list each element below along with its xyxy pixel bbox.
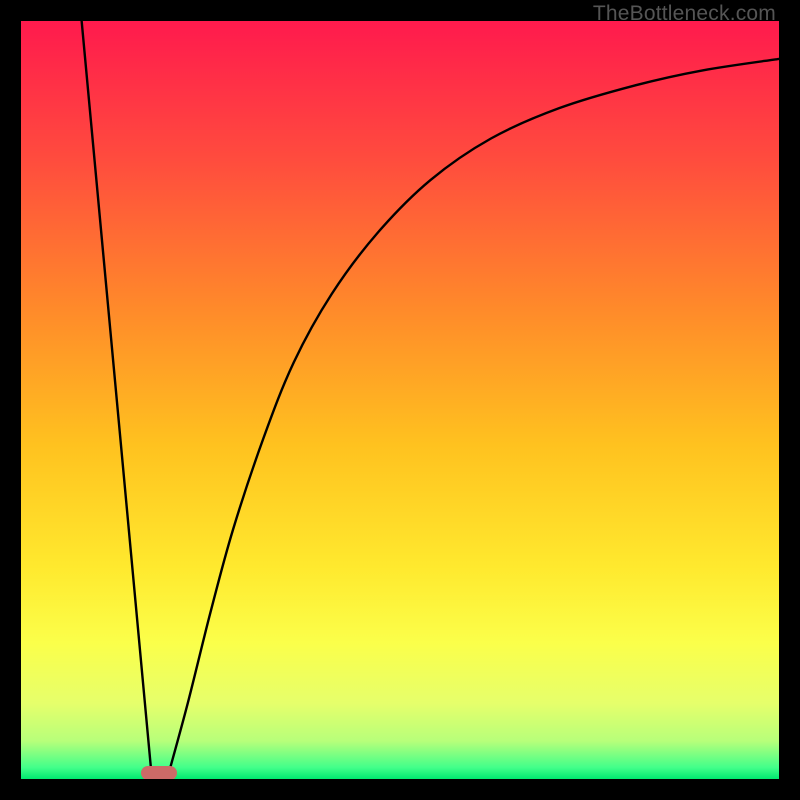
bottleneck-marker	[141, 766, 177, 779]
plot-area	[21, 21, 779, 779]
right-curve	[169, 59, 779, 773]
curve-layer	[21, 21, 779, 779]
chart-frame: TheBottleneck.com	[0, 0, 800, 800]
left-line	[82, 21, 152, 773]
